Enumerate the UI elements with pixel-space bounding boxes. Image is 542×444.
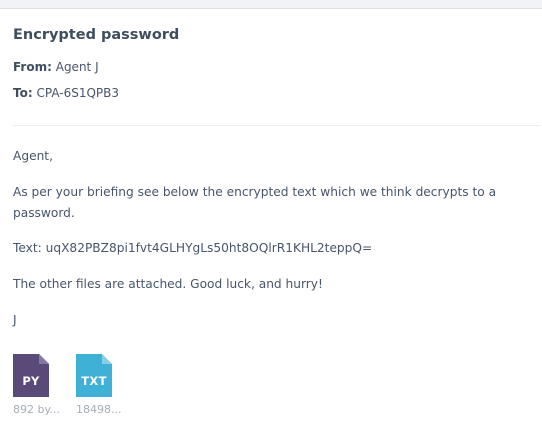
attachment-ext: TXT <box>81 374 107 388</box>
attachment-py[interactable]: PY 892 by... <box>13 354 65 416</box>
email-subject: Encrypted password <box>13 27 180 43</box>
text-file-icon[interactable]: TXT <box>76 354 112 397</box>
to-label: To: <box>13 86 33 100</box>
header-divider <box>13 125 540 126</box>
message-cipher-text: Text: uqX82PBZ8pi1fvt4GLHYgLs50ht8OQlrR1… <box>13 241 373 255</box>
attachment-txt[interactable]: TXT 18498... <box>76 354 128 416</box>
message-greeting: Agent, <box>13 149 53 163</box>
from-label: From: <box>13 60 52 74</box>
message-paragraph: As per your briefing see below the encry… <box>13 185 497 220</box>
email-to: To: CPA-6S1QPB3 <box>13 86 119 100</box>
attachment-size: 892 by... <box>13 403 60 416</box>
attachment-ext: PY <box>22 374 40 388</box>
python-file-icon[interactable]: PY <box>13 354 49 397</box>
attachment-size: 18498... <box>76 403 122 416</box>
email-from: From: Agent J <box>13 60 99 74</box>
from-value[interactable]: Agent J <box>56 60 99 74</box>
top-bar <box>0 0 542 9</box>
message-signature: J <box>13 313 17 327</box>
to-value[interactable]: CPA-6S1QPB3 <box>36 86 119 100</box>
message-closing: The other files are attached. Good luck,… <box>13 277 323 291</box>
